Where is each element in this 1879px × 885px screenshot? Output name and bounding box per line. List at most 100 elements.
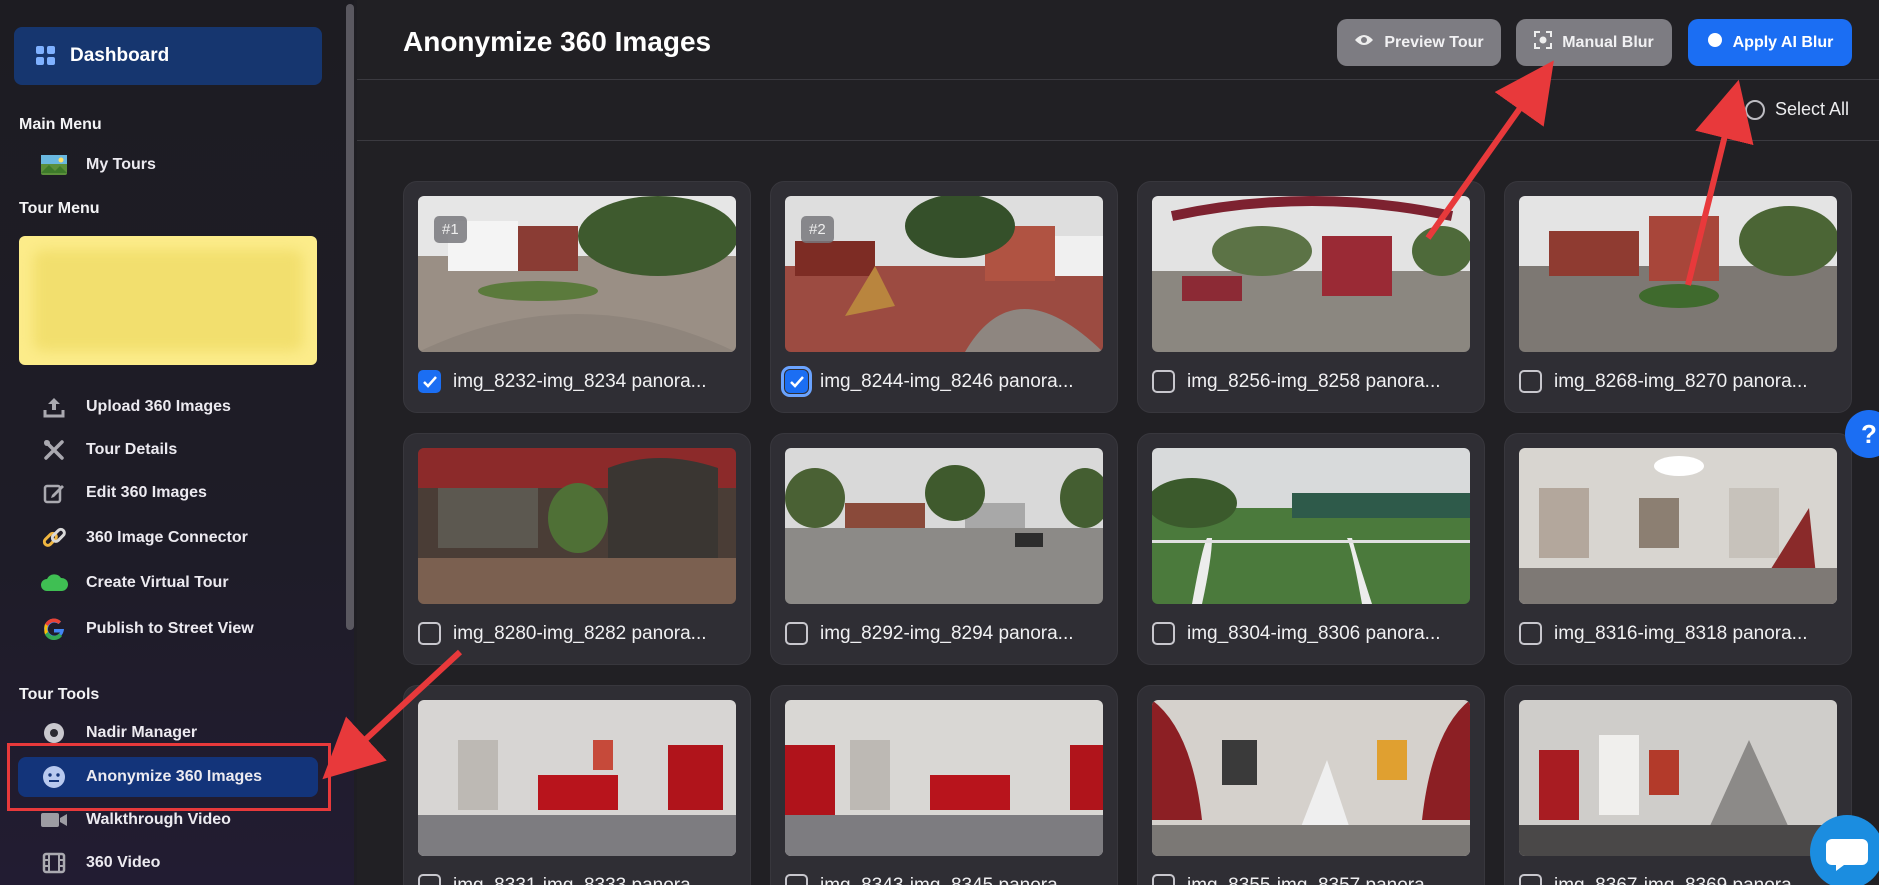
link-icon — [40, 524, 68, 552]
image-number-badge: #1 — [434, 216, 467, 243]
sidebar-item-my-tours[interactable]: My Tours — [40, 150, 156, 180]
image-checkbox[interactable] — [418, 370, 441, 393]
image-card[interactable]: img_8256-img_8258 panora... — [1137, 181, 1485, 413]
image-card[interactable]: img_8343-img_8345 panora... — [770, 685, 1118, 885]
sidebar-item-label: Publish to Street View — [86, 620, 254, 637]
dashboard-label: Dashboard — [70, 45, 170, 66]
select-all-control[interactable]: Select All — [1744, 99, 1849, 120]
image-card[interactable]: img_8268-img_8270 panora... — [1504, 181, 1852, 413]
sidebar-item-label: My Tours — [86, 156, 156, 173]
image-filename: img_8316-img_8318 panora... — [1554, 622, 1808, 644]
film-icon — [40, 849, 68, 877]
preview-tour-label: Preview Tour — [1384, 33, 1484, 51]
image-card[interactable]: img_8304-img_8306 panora... — [1137, 433, 1485, 665]
tour-info-card[interactable] — [19, 236, 317, 365]
sidebar-item-upload[interactable]: Upload 360 Images — [40, 392, 231, 422]
image-card[interactable]: img_8292-img_8294 panora... — [770, 433, 1118, 665]
chat-widget-button[interactable] — [1810, 815, 1879, 885]
image-filename: img_8292-img_8294 panora... — [820, 622, 1074, 644]
image-checkbox[interactable] — [1152, 874, 1175, 885]
video-icon — [40, 806, 68, 834]
image-checkbox[interactable] — [781, 366, 812, 397]
sidebar-item-label: Create Virtual Tour — [86, 574, 229, 591]
sidebar-item-street-view[interactable]: Publish to Street View — [40, 614, 254, 644]
apply-ai-blur-button[interactable]: Apply AI Blur — [1688, 19, 1852, 66]
sidebar-item-360-video[interactable]: 360 Video — [40, 848, 160, 878]
image-filename: img_8304-img_8306 panora... — [1187, 622, 1441, 644]
cloud-icon — [40, 569, 68, 597]
tour-menu-title: Tour Menu — [19, 200, 100, 217]
image-checkbox[interactable] — [418, 622, 441, 645]
image-icon — [40, 151, 68, 179]
tour-tools-title: Tour Tools — [19, 686, 100, 703]
image-card[interactable]: img_8316-img_8318 panora... — [1504, 433, 1852, 665]
image-filename: img_8343-img_8345 panora... — [820, 874, 1074, 885]
panorama-thumbnail[interactable] — [418, 700, 736, 856]
sidebar-item-walkthrough[interactable]: Walkthrough Video — [40, 805, 231, 835]
image-card[interactable]: #1 img_8232-img_8234 panora... — [403, 181, 751, 413]
sidebar-scrollbar[interactable] — [346, 4, 354, 630]
image-card[interactable]: img_8331-img_8333 panora... — [403, 685, 751, 885]
upload-icon — [40, 393, 68, 421]
image-filename: img_8280-img_8282 panora... — [453, 622, 707, 644]
image-filename: img_8367-img_8369 panora... — [1554, 874, 1808, 885]
image-checkbox[interactable] — [1519, 622, 1542, 645]
image-filename: img_8355-img_8357 panora... — [1187, 874, 1441, 885]
help-icon: ? — [1861, 418, 1877, 449]
manual-blur-label: Manual Blur — [1562, 33, 1654, 51]
dashboard-button[interactable]: Dashboard — [14, 27, 322, 85]
image-checkbox[interactable] — [1519, 874, 1542, 885]
panorama-thumbnail[interactable] — [1519, 700, 1837, 856]
dashboard-icon — [36, 46, 56, 66]
sidebar-item-label: Upload 360 Images — [86, 398, 231, 415]
google-icon — [40, 615, 68, 643]
image-checkbox[interactable] — [1152, 370, 1175, 393]
manual-blur-button[interactable]: Manual Blur — [1516, 19, 1672, 66]
image-filename: img_8331-img_8333 panora... — [453, 874, 707, 885]
dot-icon — [1707, 32, 1723, 53]
sidebar-item-label: Edit 360 Images — [86, 484, 207, 501]
image-card[interactable]: img_8367-img_8369 panora... — [1504, 685, 1852, 885]
eye-icon — [1354, 33, 1374, 52]
select-all-label: Select All — [1774, 99, 1849, 119]
sidebar-item-tour-details[interactable]: Tour Details — [40, 435, 177, 465]
sidebar-item-edit-images[interactable]: Edit 360 Images — [40, 478, 207, 508]
panorama-thumbnail[interactable]: #2 — [785, 196, 1103, 352]
image-checkbox[interactable] — [1519, 370, 1542, 393]
image-checkbox[interactable] — [785, 622, 808, 645]
image-filename: img_8256-img_8258 panora... — [1187, 370, 1441, 392]
sidebar-item-image-connector[interactable]: 360 Image Connector — [40, 523, 248, 553]
image-filename: img_8244-img_8246 panora... — [820, 370, 1074, 392]
panorama-thumbnail[interactable] — [785, 700, 1103, 856]
apply-ai-blur-label: Apply AI Blur — [1732, 33, 1834, 51]
chat-icon — [1826, 839, 1868, 871]
image-number-badge: #2 — [801, 216, 834, 243]
main-content: Anonymize 360 Images Preview Tour Manual… — [357, 0, 1879, 885]
panorama-thumbnail[interactable] — [1519, 196, 1837, 352]
sidebar-item-label: 360 Video — [86, 854, 161, 871]
image-filename: img_8232-img_8234 panora... — [453, 370, 707, 392]
panorama-thumbnail[interactable]: #1 — [418, 196, 736, 352]
select-all-radio[interactable] — [1744, 99, 1765, 120]
image-card[interactable]: img_8280-img_8282 panora... — [403, 433, 751, 665]
sidebar-item-create-tour[interactable]: Create Virtual Tour — [40, 568, 229, 598]
image-card[interactable]: img_8355-img_8357 panora... — [1137, 685, 1485, 885]
image-checkbox[interactable] — [1152, 622, 1175, 645]
panorama-thumbnail[interactable] — [1152, 700, 1470, 856]
sidebar-item-label: Tour Details — [86, 441, 178, 458]
tools-icon — [40, 436, 68, 464]
image-checkbox[interactable] — [418, 874, 441, 885]
image-filename: img_8268-img_8270 panora... — [1554, 370, 1808, 392]
panorama-thumbnail[interactable] — [418, 448, 736, 604]
edit-icon — [40, 479, 68, 507]
panorama-thumbnail[interactable] — [1519, 448, 1837, 604]
panorama-thumbnail[interactable] — [1152, 196, 1470, 352]
preview-tour-button[interactable]: Preview Tour — [1337, 19, 1501, 66]
image-card[interactable]: #2 img_8244-img_8246 panora... — [770, 181, 1118, 413]
sidebar-item-label: Walkthrough Video — [86, 811, 231, 828]
panorama-thumbnail[interactable] — [785, 448, 1103, 604]
sidebar-item-label: Nadir Manager — [86, 724, 198, 741]
panorama-thumbnail[interactable] — [1152, 448, 1470, 604]
image-checkbox[interactable] — [785, 874, 808, 885]
header-bar: Anonymize 360 Images Preview Tour Manual… — [357, 0, 1879, 80]
